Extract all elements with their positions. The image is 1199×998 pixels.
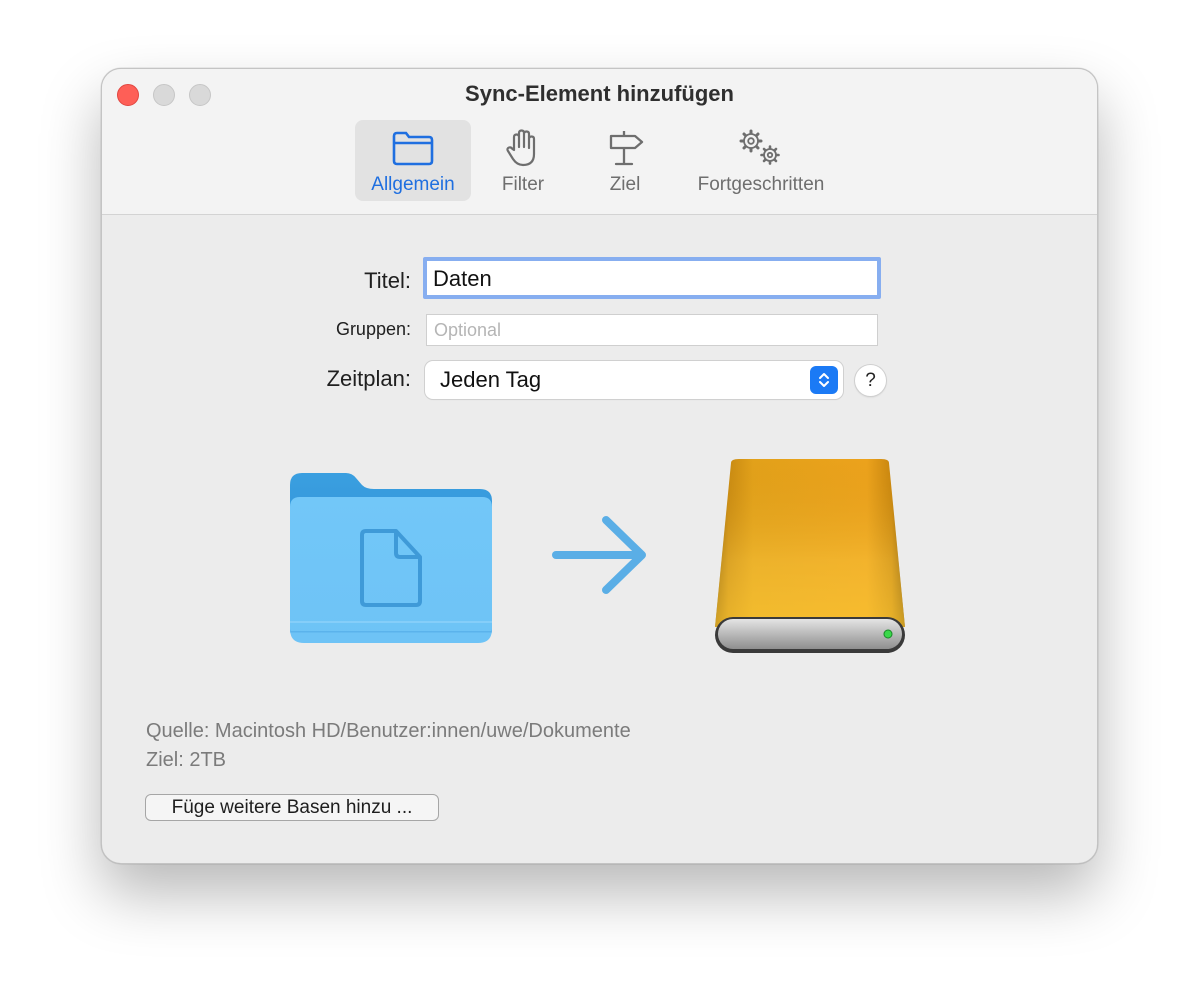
groups-field[interactable]: Optional — [426, 314, 878, 346]
tab-filter-label: Filter — [501, 174, 545, 195]
help-button[interactable]: ? — [855, 365, 886, 396]
schedule-label: Zeitplan: — [326, 366, 411, 391]
tab-allgemein-label: Allgemein — [371, 174, 455, 195]
tab-ziel[interactable]: Ziel — [585, 120, 665, 201]
title-field[interactable]: Daten — [423, 257, 881, 299]
tab-allgemein[interactable]: Allgemein — [355, 120, 471, 201]
tab-ziel-label: Ziel — [609, 174, 641, 195]
chevron-up-down-icon — [810, 366, 838, 394]
target-path: Ziel: 2TB — [146, 749, 227, 771]
tab-fortgeschritten-label: Fortgeschritten — [697, 174, 825, 195]
tab-fortgeschritten[interactable]: Fortgeschritten — [682, 120, 840, 201]
add-bases-button[interactable]: Füge weitere Basen hinzu ... — [145, 794, 439, 821]
hand-icon — [506, 129, 536, 167]
arrow-right-icon — [552, 514, 648, 601]
title-label: Titel: — [364, 268, 411, 293]
source-path: Quelle: Macintosh HD/Benutzer:innen/uwe/… — [146, 720, 631, 742]
source-folder-icon — [288, 471, 494, 652]
signpost-icon — [609, 131, 644, 166]
tab-filter[interactable]: Filter — [483, 120, 563, 201]
schedule-select[interactable]: Jeden Tag — [425, 361, 843, 399]
gears-icon — [739, 129, 780, 165]
toolbar: Sync-Element hinzufügen Allgemein Filter… — [102, 69, 1097, 215]
sync-element-window: Sync-Element hinzufügen Allgemein Filter… — [101, 68, 1098, 864]
groups-label: Gruppen: — [335, 319, 411, 339]
folder-icon — [392, 131, 434, 166]
external-drive-icon — [709, 457, 911, 666]
schedule-value: Jeden Tag — [440, 367, 542, 392]
window-title: Sync-Element hinzufügen — [465, 81, 734, 106]
